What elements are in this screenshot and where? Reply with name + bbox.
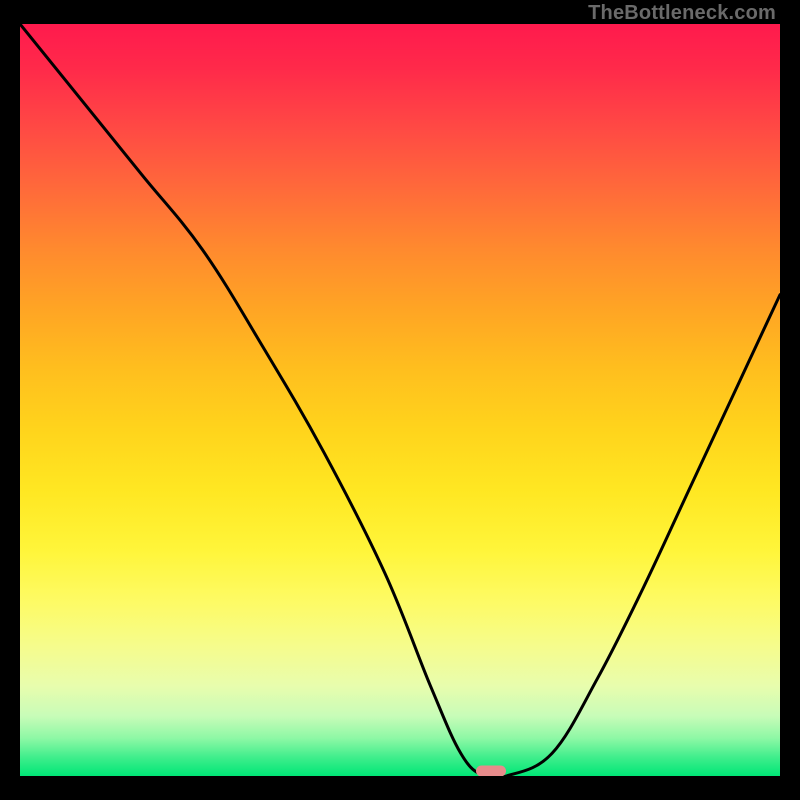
bottleneck-curve bbox=[20, 24, 780, 776]
plot-area bbox=[20, 24, 780, 776]
chart-frame: TheBottleneck.com bbox=[0, 0, 800, 800]
watermark-text: TheBottleneck.com bbox=[588, 2, 776, 25]
optimum-marker bbox=[476, 765, 506, 776]
